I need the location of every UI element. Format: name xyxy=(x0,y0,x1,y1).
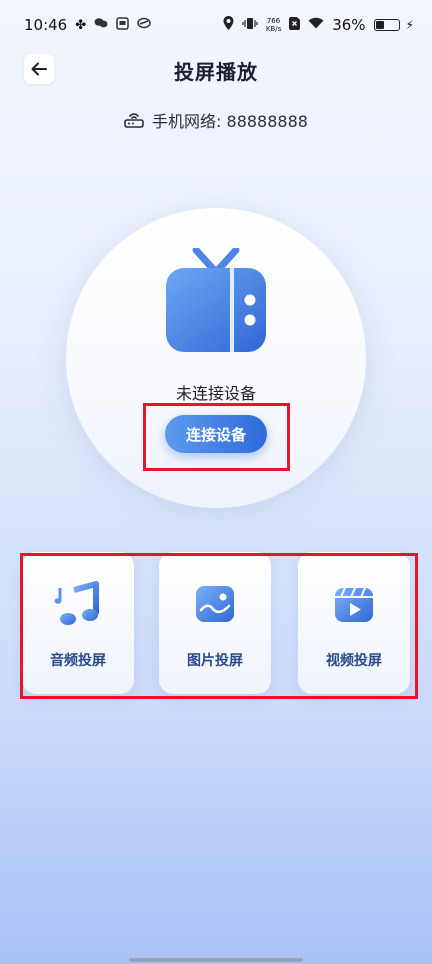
network-speed-unit: KB/s xyxy=(265,25,282,33)
no-sim-icon xyxy=(289,16,301,34)
vibrate-icon xyxy=(242,17,258,34)
router-icon xyxy=(124,113,144,128)
network-speed-value: 766 xyxy=(266,17,281,25)
network-speed: 766 KB/s xyxy=(266,17,281,33)
network-label: 手机网络: 88888888 xyxy=(152,112,308,131)
status-bar: 10:46 ✤ 766 KB/s 36% ⚡ xyxy=(0,0,432,50)
app-notification-icon xyxy=(116,16,129,34)
location-icon xyxy=(223,16,234,34)
battery-level xyxy=(375,21,384,29)
fan-icon: ✤ xyxy=(75,17,87,33)
chat-icon xyxy=(94,17,108,33)
network-info: 手机网络: 88888888 xyxy=(0,108,432,132)
home-indicator[interactable] xyxy=(129,958,303,962)
battery-percent: 36% xyxy=(332,16,366,34)
highlight-box-cast-options xyxy=(20,553,418,699)
charging-icon: ⚡ xyxy=(405,18,414,32)
cloud-sync-icon xyxy=(137,17,151,33)
status-time: 10:46 xyxy=(24,16,68,34)
wifi-icon xyxy=(308,17,324,33)
page-title: 投屏播放 xyxy=(174,60,258,84)
connection-status: 未连接设备 xyxy=(175,384,256,403)
tv-icon xyxy=(166,248,266,352)
status-left: 10:46 ✤ xyxy=(24,16,151,34)
header: 投屏播放 xyxy=(0,50,432,90)
battery-icon xyxy=(373,19,400,31)
highlight-box-connect xyxy=(143,403,290,471)
status-right: 766 KB/s 36% ⚡ xyxy=(223,16,414,34)
